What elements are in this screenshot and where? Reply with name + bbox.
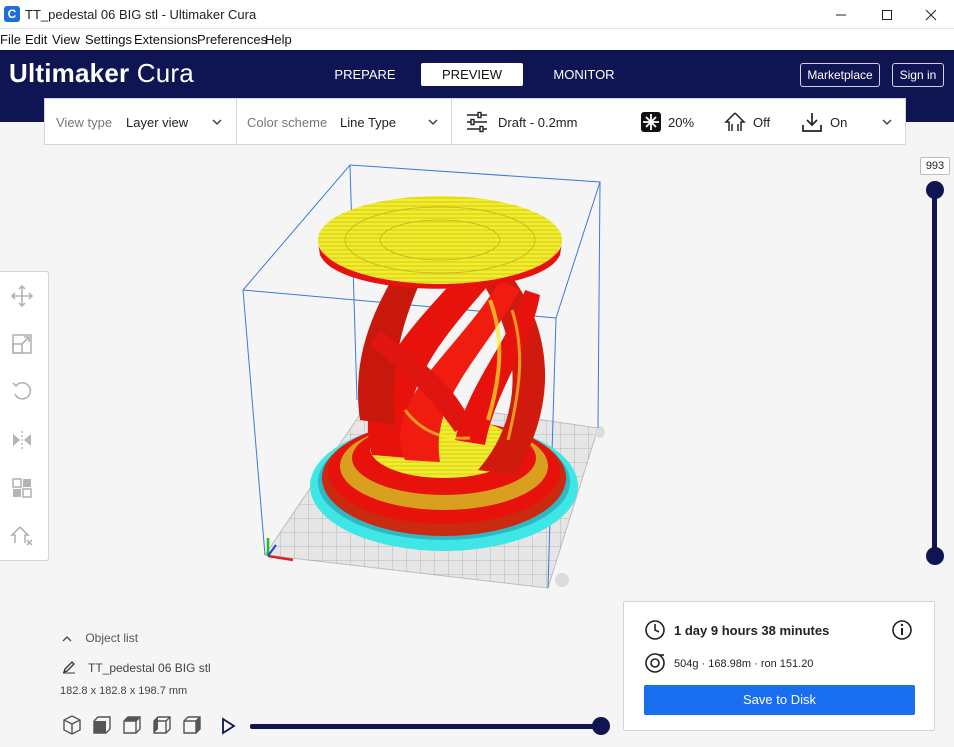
view-type-label: View type	[56, 115, 113, 130]
play-simulation-button[interactable]	[220, 717, 236, 735]
filament-spool-icon	[645, 653, 665, 673]
clock-icon	[645, 620, 665, 640]
print-time: 1 day 9 hours 38 minutes	[674, 623, 830, 638]
support-blocker-icon	[10, 526, 33, 546]
object-list-label: Object list	[85, 631, 139, 645]
window-title: TT_pedestal 06 BIG stl - Ultimaker Cura	[25, 7, 257, 22]
minimize-button[interactable]	[818, 0, 864, 29]
logo-product: Cura	[136, 58, 194, 88]
chevron-down-icon	[212, 119, 222, 125]
adhesion-icon	[802, 113, 822, 132]
material-estimate: 504g · 168.98m · ron 151.20	[674, 658, 814, 670]
play-icon	[222, 717, 236, 735]
print-info-panel: 1 day 9 hours 38 minutes 504g · 168.98m …	[623, 601, 935, 731]
maximize-button[interactable]	[864, 0, 910, 29]
chevron-down-icon	[428, 119, 438, 125]
view-type-value: Layer view	[126, 115, 189, 130]
view-3d-button[interactable]	[61, 714, 83, 736]
color-scheme-label: Color scheme	[247, 115, 328, 130]
per-model-settings-button[interactable]	[10, 476, 34, 500]
view-right-button[interactable]	[181, 714, 203, 736]
move-icon	[10, 284, 34, 308]
pedestal-model	[310, 196, 578, 551]
menu-help[interactable]: Help	[265, 32, 292, 47]
layer-slider-bottom-handle[interactable]	[926, 547, 944, 565]
cube-3d-icon	[63, 715, 81, 735]
cube-right-icon	[183, 716, 201, 734]
infill-value: 20%	[668, 115, 695, 130]
minimize-icon	[836, 14, 846, 15]
transform-tools-panel	[0, 271, 49, 561]
toolbar-divider	[451, 99, 452, 144]
title-bar: C TT_pedestal 06 BIG stl - Ultimaker Cur…	[0, 0, 954, 29]
scale-tool-button[interactable]	[10, 332, 34, 356]
per-model-settings-icon	[12, 478, 32, 498]
support-value: Off	[753, 115, 771, 130]
object-dimensions: 182.8 x 182.8 x 198.7 mm	[60, 685, 188, 697]
save-to-disk-button[interactable]: Save to Disk	[644, 685, 915, 715]
layer-path-slider-handle[interactable]	[592, 717, 610, 735]
cube-left-icon	[153, 716, 171, 734]
sliders-icon	[467, 111, 487, 133]
pencil-icon[interactable]	[62, 660, 76, 674]
chevron-up-icon	[62, 635, 72, 642]
move-tool-button[interactable]	[10, 284, 34, 308]
logo-brand: Ultimaker	[9, 58, 130, 88]
close-icon	[925, 9, 937, 20]
infill-icon	[641, 112, 661, 132]
menu-preferences[interactable]: Preferences	[197, 32, 267, 47]
adhesion-value: On	[830, 115, 848, 130]
menu-bar: File Edit View Settings Extensions Prefe…	[0, 29, 954, 50]
marketplace-button[interactable]: Marketplace	[800, 63, 880, 87]
mirror-tool-button[interactable]	[10, 428, 34, 452]
close-button[interactable]	[908, 0, 954, 29]
view-left-button[interactable]	[151, 714, 173, 736]
layer-path-slider-track[interactable]	[250, 724, 602, 729]
scale-icon	[12, 334, 32, 354]
menu-view[interactable]: View	[52, 32, 80, 47]
rotate-tool-button[interactable]	[10, 379, 34, 403]
layer-number-badge[interactable]: 993	[920, 157, 950, 175]
menu-extensions[interactable]: Extensions	[134, 32, 198, 47]
object-name: TT_pedestal 06 BIG stl	[88, 661, 211, 675]
view-front-button[interactable]	[91, 714, 113, 736]
menu-file[interactable]: File	[0, 32, 21, 47]
layer-slider-top-handle[interactable]	[926, 181, 944, 199]
object-list-toggle[interactable]: Object list	[62, 631, 138, 645]
layer-slider-track[interactable]	[932, 190, 937, 556]
cube-top-icon	[123, 716, 141, 734]
menu-settings[interactable]: Settings	[85, 32, 132, 47]
ultimaker-cura-logo: Ultimaker Cura	[9, 58, 194, 89]
view-top-button[interactable]	[121, 714, 143, 736]
color-scheme-value: Line Type	[340, 115, 397, 130]
sign-in-button[interactable]: Sign in	[892, 63, 944, 87]
tab-monitor[interactable]: MONITOR	[533, 63, 635, 86]
cube-front-icon	[93, 716, 111, 734]
menu-edit[interactable]: Edit	[25, 32, 47, 47]
view-settings-toolbar: View type Layer view Color scheme Line T…	[44, 98, 906, 145]
tab-preview[interactable]: PREVIEW	[421, 63, 523, 86]
mirror-icon	[13, 431, 31, 449]
maximize-icon	[882, 9, 892, 20]
support-blocker-button[interactable]	[10, 524, 34, 548]
info-icon[interactable]	[891, 619, 913, 641]
cura-app-icon: C	[4, 6, 20, 22]
toolbar-divider	[236, 99, 237, 144]
rotate-icon	[12, 382, 32, 400]
chevron-down-icon	[882, 119, 892, 125]
profile-value: Draft - 0.2mm	[498, 115, 578, 130]
tab-prepare[interactable]: PREPARE	[314, 63, 416, 86]
support-icon	[724, 112, 746, 131]
